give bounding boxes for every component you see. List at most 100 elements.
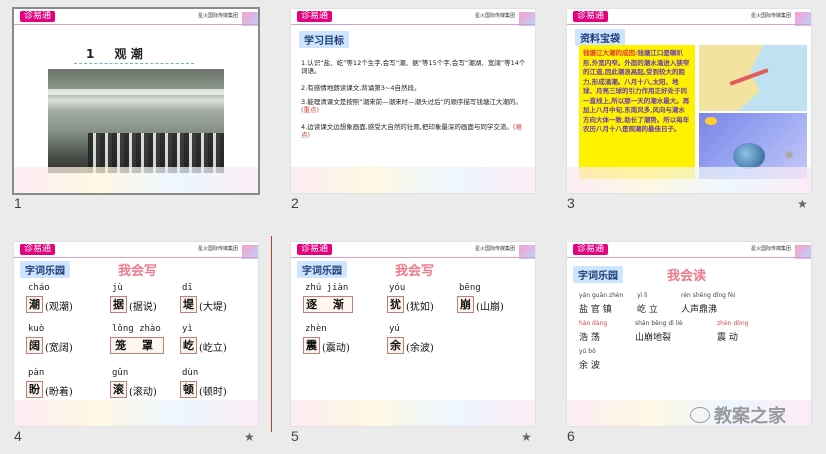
example-word: (观潮) (45, 302, 73, 313)
slide-number: 6 (567, 428, 575, 444)
header-line (14, 24, 258, 25)
bg-strip (14, 167, 258, 193)
pinyin: yú bō (579, 348, 596, 355)
example-word: (余波) (406, 343, 434, 354)
animation-star-icon[interactable]: ★ (244, 430, 255, 444)
example-word: (盼着) (45, 387, 73, 398)
pinyin: rén shēng dǐng fèi (681, 292, 736, 299)
lesson-name: 观 潮 (114, 47, 143, 61)
example-word: (犹如) (406, 302, 434, 313)
slide-1-canvas[interactable]: 诊易通 星火国际传媒集团 1 观 潮 (12, 7, 260, 195)
lesson-number: 1 (86, 47, 95, 61)
objective-item: 2.有感情地朗读课文,背诵第3~4自然段。 (301, 84, 526, 92)
objective-note: (重点) (301, 106, 320, 114)
pinyin: jù (112, 283, 123, 293)
example-word: (震动) (322, 343, 350, 354)
watermark-text: 教案之家 (714, 406, 786, 427)
publisher-label: 星火国际传媒集团 (750, 246, 791, 252)
header-line (567, 257, 811, 258)
read-word: 人声鼎沸 (681, 305, 718, 315)
title-underline (74, 63, 194, 64)
tide-photo (48, 69, 224, 173)
objective-text: 3.能理清课文是按照“潮来前—潮来时—潮头过后”的顺序描写钱塘江大潮的。 (301, 98, 522, 106)
pinyin: lǒng zhào (112, 324, 161, 334)
pinyin: pàn (28, 368, 45, 378)
char-box: 震 (303, 337, 320, 354)
pinyin: bēng (459, 283, 481, 293)
pinyin: shān bēng dì liè (635, 320, 683, 327)
example-word: (滚动) (129, 387, 157, 398)
pinyin: kuò (28, 324, 45, 334)
brand-logo: 诊易通 (573, 11, 609, 22)
char-box: 崩 (457, 296, 474, 313)
bg-strip (291, 400, 535, 426)
char-box: 潮 (26, 296, 43, 313)
slide-number: 5 (291, 428, 299, 444)
slide-5-canvas[interactable]: 诊易通 星火国际传媒集团 字词乐园 我会写 zhú jiàn 逐 渐 yóu 犹… (291, 242, 535, 426)
objective-item: 3.能理清课文是按照“潮来前—潮来时—潮头过后”的顺序描写钱塘江大潮的。(重点) (301, 98, 526, 114)
pinyin: cháo (28, 283, 50, 293)
pinyin: zhèn (305, 324, 327, 334)
header-line (291, 24, 535, 25)
pinyin: yán guān zhèn (579, 292, 624, 299)
insertion-marker (271, 236, 272, 432)
pinyin: yì lì (637, 292, 648, 299)
publisher-label: 星火国际传媒集团 (197, 13, 238, 19)
publisher-label: 星火国际传媒集团 (474, 13, 515, 19)
section-heading: 我会写 (118, 264, 158, 279)
info-box: 钱塘江大潮的成因:钱塘江口是喇叭形,外宽内窄。外面的潮水涌进入狭窄的江道,因此潮… (579, 45, 695, 179)
example-word: (山崩) (476, 302, 504, 313)
brand-logo: 诊易通 (20, 11, 56, 22)
pinyin: zhú jiàn (305, 283, 349, 293)
slide-thumbnail-2[interactable]: 诊易通 星火国际传媒集团 学习目标 1.认识“盐、屹”等12个生字,会写“潮、据… (291, 9, 535, 211)
pinyin: yóu (389, 283, 406, 293)
pinyin: dī (182, 283, 193, 293)
header-line (291, 257, 535, 258)
example-word: (据说) (129, 302, 157, 313)
animation-star-icon[interactable]: ★ (521, 430, 532, 444)
slide-2-canvas[interactable]: 诊易通 星火国际传媒集团 学习目标 1.认识“盐、屹”等12个生字,会写“潮、据… (291, 9, 535, 193)
read-word: 浩 荡 (579, 333, 600, 343)
publisher-label: 星火国际传媒集团 (750, 13, 791, 19)
char-box: 犹 (387, 296, 404, 313)
brand-logo: 诊易通 (20, 244, 56, 255)
slide-3-canvas[interactable]: 诊易通 星火国际传媒集团 资料宝袋 钱塘江大潮的成因:钱塘江口是喇叭形,外宽内窄… (567, 9, 811, 193)
bg-strip (567, 167, 811, 193)
objective-item: 1.认识“盐、屹”等12个生字,会写“潮、据”等15个字,会写“潮湖、宽阔”等1… (301, 59, 526, 75)
slide-number: 4 (14, 428, 22, 444)
slide-4-canvas[interactable]: 诊易通 星火国际传媒集团 字词乐园 我会写 cháo 潮 (观潮) jù 据 (… (14, 242, 258, 426)
char-box: 滚 (110, 381, 127, 398)
section-tag: 字词乐园 (297, 261, 347, 278)
wechat-icon (690, 407, 710, 423)
section-tag: 字词乐园 (20, 261, 70, 278)
objective-item: 4.边读课文边想象画面,感受大自然的壮观,把印象最深的画面与同学交流。(难点) (301, 123, 526, 139)
slide-thumbnail-4[interactable]: 诊易通 星火国际传媒集团 字词乐园 我会写 cháo 潮 (观潮) jù 据 (… (14, 242, 264, 447)
bg-strip (291, 167, 535, 193)
slide-6-canvas[interactable]: 诊易通 星火国际传媒集团 字词乐园 我会读 yán guān zhèn 盐 官 … (567, 242, 811, 426)
section-heading: 我会读 (667, 269, 707, 284)
slide-thumbnail-3[interactable]: 诊易通 星火国际传媒集团 资料宝袋 钱塘江大潮的成因:钱塘江口是喇叭形,外宽内窄… (567, 9, 817, 211)
char-box: 盼 (26, 381, 43, 398)
char-box: 逐 渐 (303, 296, 353, 313)
pinyin: yú (389, 324, 400, 334)
char-box: 余 (387, 337, 404, 354)
read-word: 震 动 (717, 333, 738, 343)
bg-strip (14, 400, 258, 426)
publisher-label: 星火国际传媒集团 (474, 246, 515, 252)
info-title: 钱塘江大潮的成因: (583, 49, 638, 57)
pinyin: gǔn (112, 368, 129, 378)
char-box: 堤 (180, 296, 197, 313)
animation-star-icon[interactable]: ★ (797, 197, 808, 211)
header-line (14, 257, 258, 258)
objective-text: 4.边读课文边想象画面,感受大自然的壮观,把印象最深的画面与同学交流。 (301, 123, 513, 131)
slide-thumbnail-1[interactable]: 诊易通 星火国际传媒集团 1 观 潮 1 (12, 7, 260, 211)
example-word: (宽阔) (45, 343, 73, 354)
pinyin: hào dàng (579, 320, 608, 327)
brand-logo: 诊易通 (297, 244, 333, 255)
objective-text: 2.有感情地朗读课文,背诵第3~4自然段。 (301, 84, 421, 92)
slide-thumbnail-5[interactable]: 诊易通 星火国际传媒集团 字词乐园 我会写 zhú jiàn 逐 渐 yóu 犹… (291, 242, 541, 447)
section-tag: 资料宝袋 (575, 29, 625, 46)
slide-number: 3 (567, 195, 575, 211)
lesson-title: 1 观 潮 (86, 45, 143, 62)
char-box: 据 (110, 296, 127, 313)
